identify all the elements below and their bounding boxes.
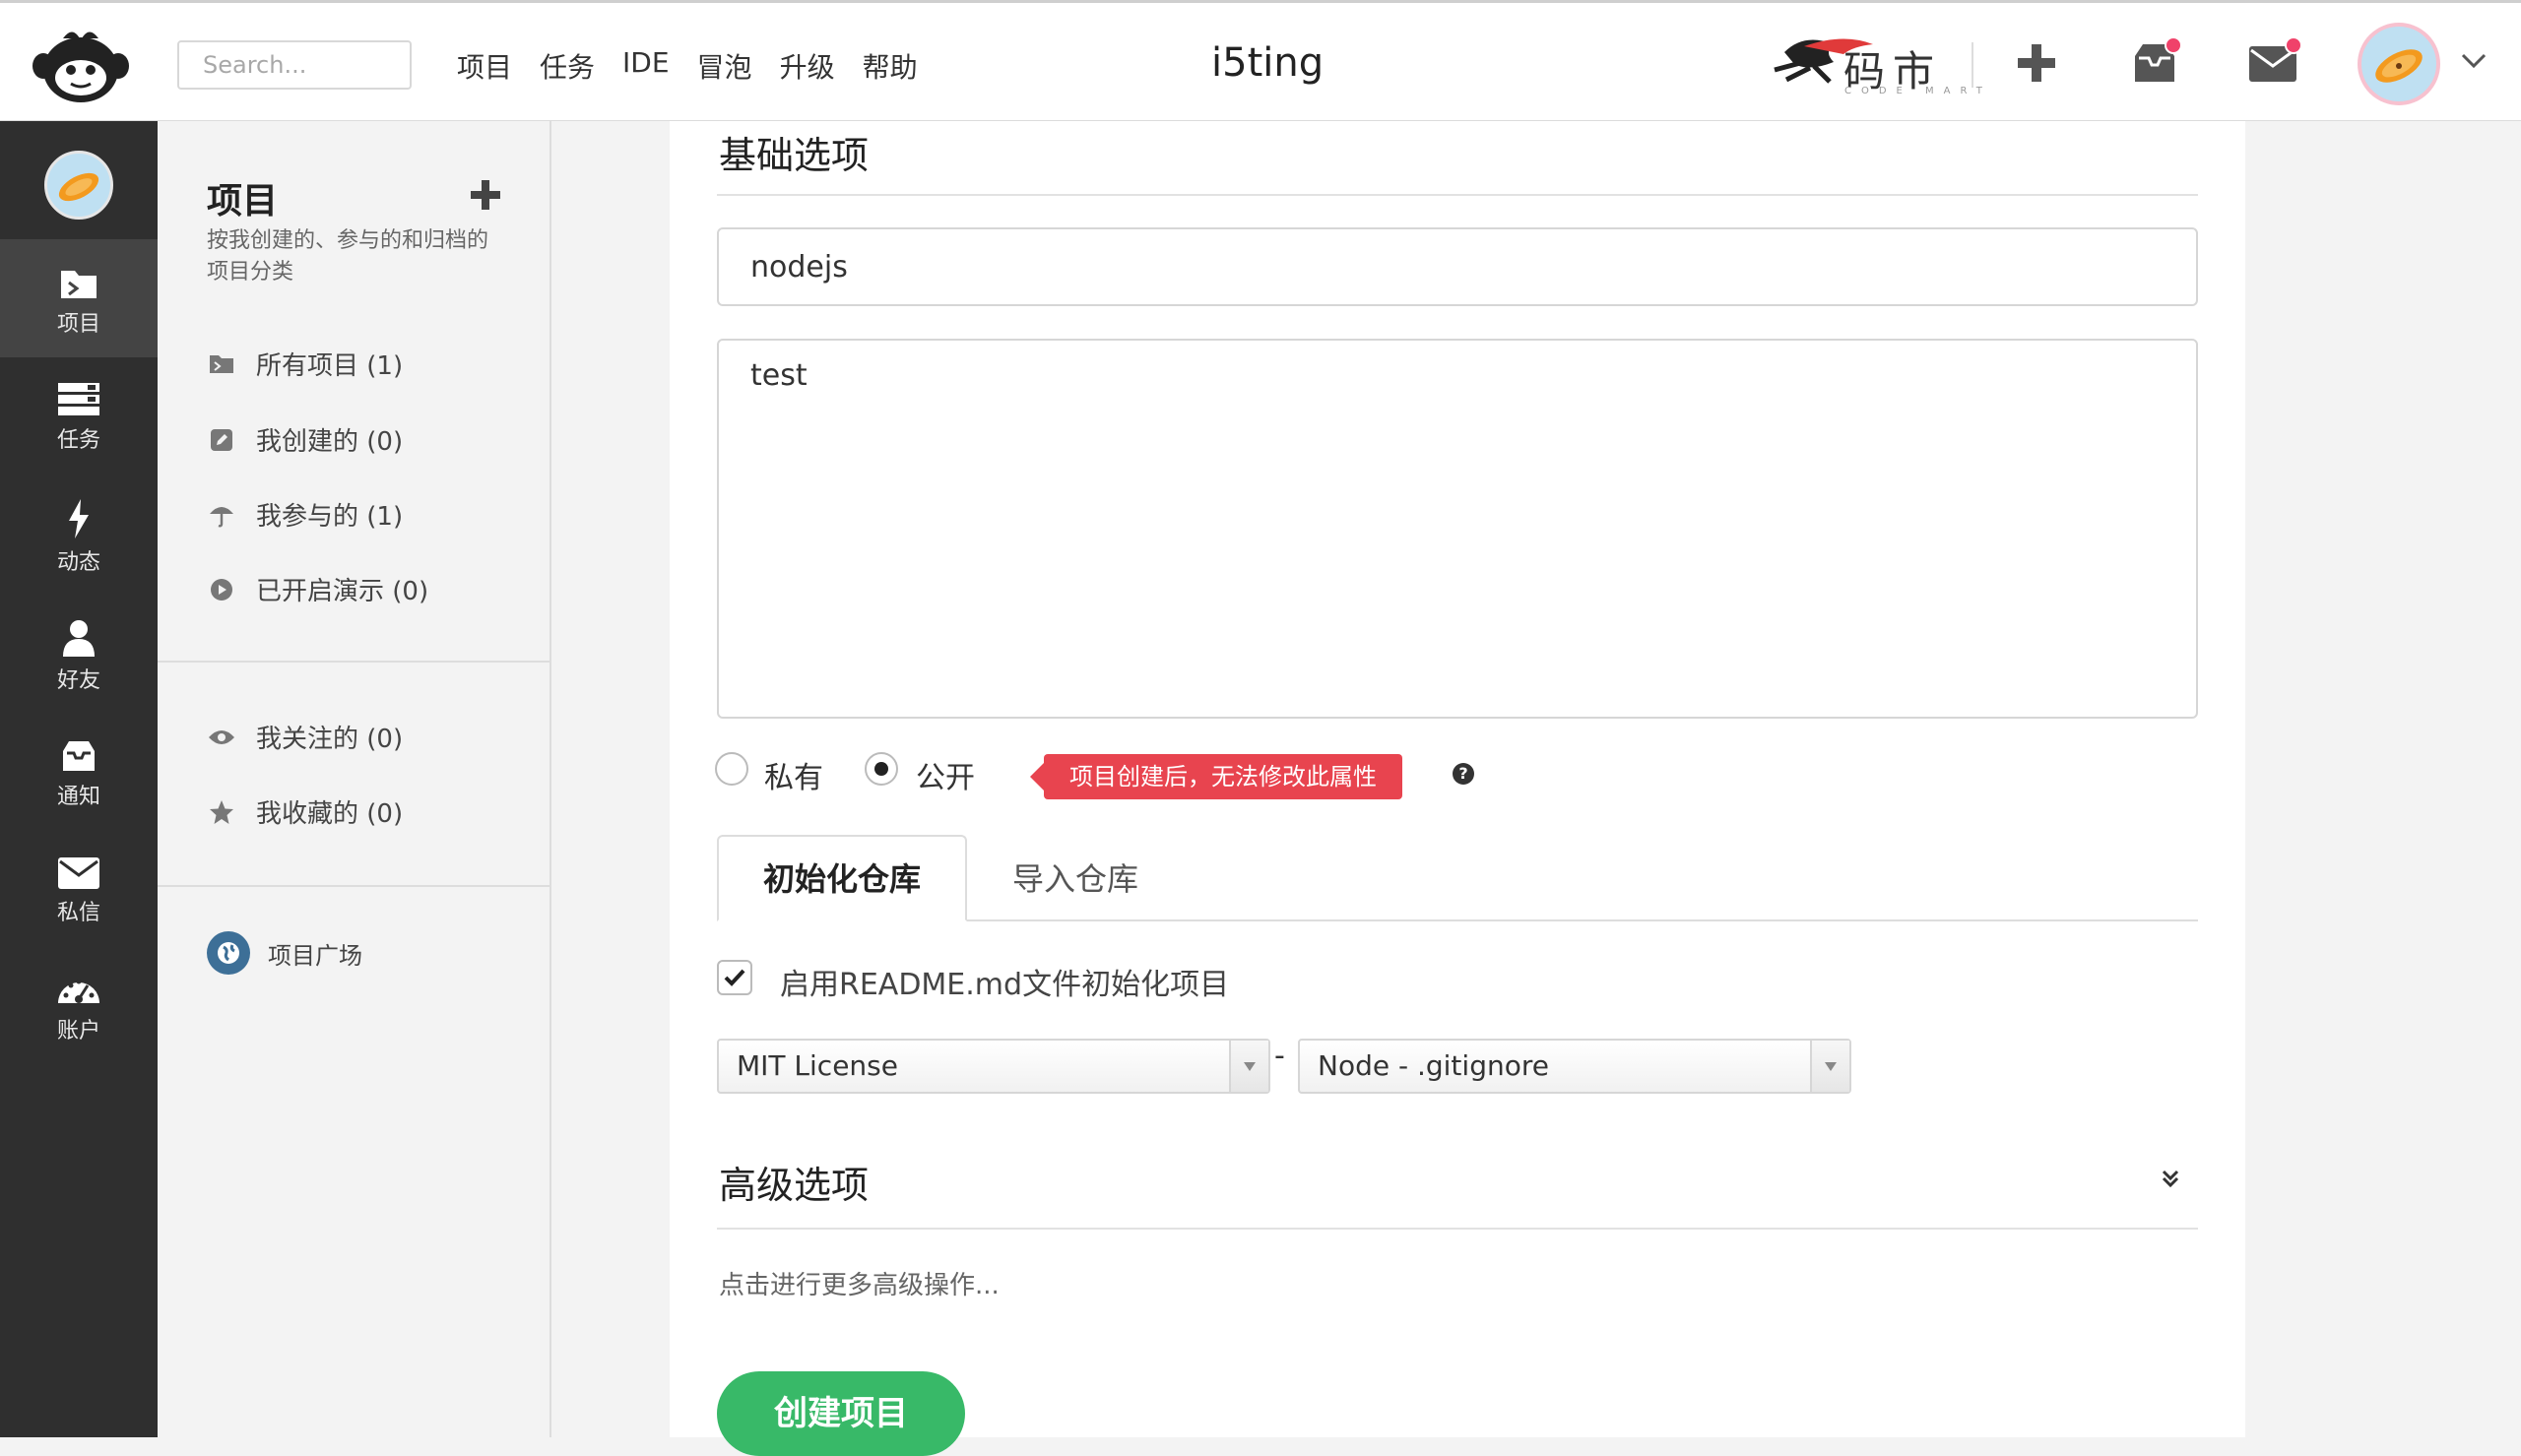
rail-item-projects[interactable]: 项目 xyxy=(0,239,158,357)
rail-item-tasks[interactable]: 任务 xyxy=(0,357,158,475)
envelope-icon xyxy=(58,857,99,889)
sidebar-item-label: 我收藏的 (0) xyxy=(256,799,404,829)
code-mart-subtitle: CODE MART xyxy=(1844,86,1992,96)
rail-item-activity[interactable]: 动态 xyxy=(0,475,158,594)
sidebar-item-label: 我参与的 (1) xyxy=(256,502,404,532)
double-chevron-down-icon[interactable] xyxy=(2159,1167,2182,1190)
license-select[interactable]: MIT License xyxy=(717,1039,1270,1094)
monkey-logo-icon[interactable] xyxy=(30,27,132,105)
dropdown-arrow-icon[interactable] xyxy=(1810,1041,1849,1092)
nav-help[interactable]: 帮助 xyxy=(863,46,918,86)
license-value: MIT License xyxy=(737,1049,898,1082)
section-divider xyxy=(717,194,2198,196)
inbox-unread-dot xyxy=(2165,36,2182,54)
sidebar-item-label: 已开启演示 (0) xyxy=(256,577,429,606)
private-radio[interactable] xyxy=(715,752,748,786)
visibility-warning-tooltip: 项目创建后，无法修改此属性 xyxy=(1030,754,1402,799)
rail-label: 通知 xyxy=(56,785,100,809)
umbrella-icon xyxy=(210,506,233,527)
nav-tasks[interactable]: 任务 xyxy=(540,46,595,86)
left-rail: 项目 任务 动态 好友 通知 私信 账户 xyxy=(0,121,158,1437)
sidebar-item-created[interactable]: 我创建的 (0) xyxy=(207,421,403,458)
folder-open-icon xyxy=(210,354,233,373)
tasks-icon xyxy=(58,383,99,415)
rail-avatar[interactable] xyxy=(44,151,113,220)
basic-options-heading: 基础选项 xyxy=(719,134,870,177)
sidebar-item-watching[interactable]: 我关注的 (0) xyxy=(207,719,403,755)
add-project-icon[interactable] xyxy=(471,180,500,210)
sidebar-item-label: 所有项目 (1) xyxy=(256,351,404,381)
rail-item-friends[interactable]: 好友 xyxy=(0,594,158,712)
globe-icon xyxy=(207,931,250,975)
advanced-options-heading[interactable]: 高级选项 xyxy=(719,1155,869,1209)
rail-item-messages[interactable]: 私信 xyxy=(0,830,158,948)
rail-label: 项目 xyxy=(56,312,100,337)
sidebar-item-label: 项目广场 xyxy=(268,941,362,970)
inbox-icon xyxy=(63,741,95,771)
message-unread-dot xyxy=(2285,36,2302,54)
tab-init-repo[interactable]: 初始化仓库 xyxy=(717,835,967,921)
nav-bubble[interactable]: 冒泡 xyxy=(697,46,752,86)
advanced-options-hint[interactable]: 点击进行更多高级操作... xyxy=(719,1265,1000,1301)
project-description-textarea[interactable]: test xyxy=(717,339,2198,719)
sidebar-divider xyxy=(158,661,549,663)
check-icon xyxy=(724,969,745,986)
public-label: 公开 xyxy=(916,761,975,795)
eye-icon xyxy=(209,729,234,744)
nav-ide[interactable]: IDE xyxy=(622,46,670,86)
dropdown-arrow-icon[interactable] xyxy=(1229,1041,1268,1092)
add-icon[interactable] xyxy=(2009,38,2064,88)
dashboard-icon xyxy=(58,979,99,1003)
nav-projects[interactable]: 项目 xyxy=(457,46,512,86)
rail-label: 私信 xyxy=(56,901,100,925)
create-project-form: 基础选项 test 私有 公开 项目创建后，无法修改此属性 ? 初始化仓库 导入… xyxy=(670,121,2245,1456)
papaya-avatar-icon xyxy=(2375,49,2423,83)
play-circle-icon xyxy=(211,578,232,601)
bolt-icon xyxy=(69,499,89,538)
readme-checkbox[interactable] xyxy=(717,960,752,995)
rail-label: 账户 xyxy=(56,1019,100,1044)
project-name-input[interactable] xyxy=(717,227,2198,306)
rail-label: 任务 xyxy=(56,428,100,453)
rail-label: 动态 xyxy=(56,550,100,575)
sidebar-item-starred[interactable]: 我收藏的 (0) xyxy=(207,793,403,830)
sidebar-item-label: 我关注的 (0) xyxy=(256,725,404,754)
sidebar-title: 项目 xyxy=(207,181,279,222)
chevron-down-icon[interactable] xyxy=(2460,52,2488,70)
section-divider xyxy=(717,1228,2198,1230)
sidebar-item-participated[interactable]: 我参与的 (1) xyxy=(207,496,403,533)
star-icon xyxy=(210,799,233,824)
help-icon[interactable]: ? xyxy=(1453,763,1474,785)
rail-item-account[interactable]: 账户 xyxy=(0,948,158,1066)
private-label: 私有 xyxy=(764,761,823,795)
sidebar-item-plaza[interactable]: 项目广场 xyxy=(207,931,362,975)
user-icon xyxy=(63,620,95,657)
sidebar-item-all-projects[interactable]: 所有项目 (1) xyxy=(207,346,403,382)
rail-label: 好友 xyxy=(56,668,100,693)
public-radio[interactable] xyxy=(865,752,898,786)
page-title: i5ting xyxy=(1211,40,1325,86)
sidebar-item-demo[interactable]: 已开启演示 (0) xyxy=(207,571,428,607)
gitignore-select[interactable]: Node - .gitignore xyxy=(1298,1039,1851,1094)
top-bar: 项目 任务 IDE 冒泡 升级 帮助 i5ting 码市 CODE MART xyxy=(0,0,2521,121)
tab-import-repo[interactable]: 导入仓库 xyxy=(1012,855,1138,900)
project-sidebar: 项目 按我创建的、参与的和归档的项目分类 所有项目 (1) 我创建的 (0) 我… xyxy=(158,121,551,1437)
rail-item-notifications[interactable]: 通知 xyxy=(0,712,158,830)
sidebar-item-label: 我创建的 (0) xyxy=(256,427,404,457)
header-divider xyxy=(1972,42,1973,88)
nav-upgrade[interactable]: 升级 xyxy=(780,46,835,86)
readme-label: 启用README.md文件初始化项目 xyxy=(780,968,1230,1002)
select-separator: - xyxy=(1274,1039,1285,1073)
top-nav: 项目 任务 IDE 冒泡 升级 帮助 xyxy=(457,46,918,86)
user-avatar[interactable] xyxy=(2358,23,2440,105)
folder-icon xyxy=(61,271,97,298)
papaya-avatar-icon xyxy=(58,172,99,202)
create-project-button[interactable]: 创建项目 xyxy=(717,1371,965,1456)
sidebar-divider xyxy=(158,885,549,887)
sidebar-description: 按我创建的、参与的和归档的项目分类 xyxy=(207,228,489,285)
gitignore-value: Node - .gitignore xyxy=(1318,1049,1549,1082)
edit-icon xyxy=(211,428,232,451)
search-input[interactable] xyxy=(177,40,412,90)
